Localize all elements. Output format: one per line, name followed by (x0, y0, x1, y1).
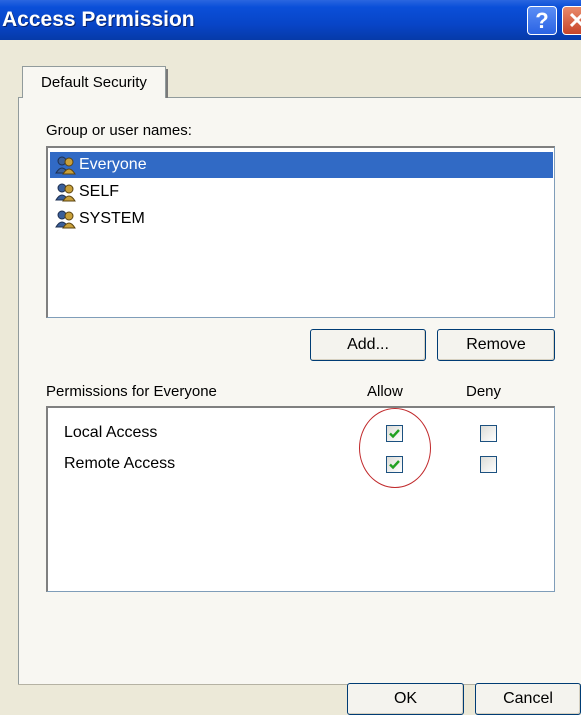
cancel-button-label: Cancel (503, 690, 553, 707)
window-title: Access Permission (2, 8, 195, 31)
add-button[interactable]: Add... (310, 329, 426, 361)
permissions-list[interactable]: Local Access Remote Access (46, 406, 555, 592)
remove-button[interactable]: Remove (437, 329, 555, 361)
deny-local-access-checkbox[interactable] (480, 425, 497, 442)
permissions-label: Permissions for Everyone (46, 383, 217, 400)
list-item-label: SYSTEM (79, 210, 145, 227)
permission-row-remote-access: Remote Access (48, 451, 553, 479)
group-list-label: Group or user names: (46, 122, 192, 139)
title-bar[interactable]: Access Permission ? ✕ (0, 0, 581, 40)
list-item-system[interactable]: SYSTEM (50, 206, 553, 232)
user-group-icon (55, 209, 77, 229)
allow-remote-access-checkbox[interactable] (386, 456, 403, 473)
user-group-icon (55, 182, 77, 202)
allow-column-header: Allow (367, 383, 403, 400)
cancel-button[interactable]: Cancel (475, 683, 581, 715)
close-button[interactable]: ✕ (562, 6, 581, 35)
list-item-label: SELF (79, 183, 120, 200)
group-user-listbox[interactable]: Everyone SELF SYSTEM (46, 146, 555, 318)
close-icon: ✕ (567, 7, 581, 33)
list-item-self[interactable]: SELF (50, 179, 553, 205)
permission-name: Remote Access (64, 455, 176, 472)
checkmark-icon (389, 429, 400, 439)
permission-row-local-access: Local Access (48, 420, 553, 448)
list-item-everyone[interactable]: Everyone (50, 152, 553, 178)
allow-local-access-checkbox[interactable] (386, 425, 403, 442)
user-group-icon (55, 155, 77, 175)
ok-button[interactable]: OK (347, 683, 464, 715)
deny-remote-access-checkbox[interactable] (480, 456, 497, 473)
tab-label: Default Security (41, 74, 147, 91)
remove-button-label: Remove (466, 336, 526, 353)
ok-button-label: OK (393, 690, 418, 707)
permission-name: Local Access (64, 424, 158, 441)
deny-column-header: Deny (466, 383, 502, 400)
list-item-label: Everyone (79, 156, 147, 173)
add-button-label: Add... (347, 336, 389, 353)
help-button[interactable]: ? (527, 6, 557, 35)
tab-default-security[interactable]: Default Security (22, 66, 168, 98)
help-icon: ? (535, 7, 549, 33)
checkmark-icon (389, 460, 400, 470)
